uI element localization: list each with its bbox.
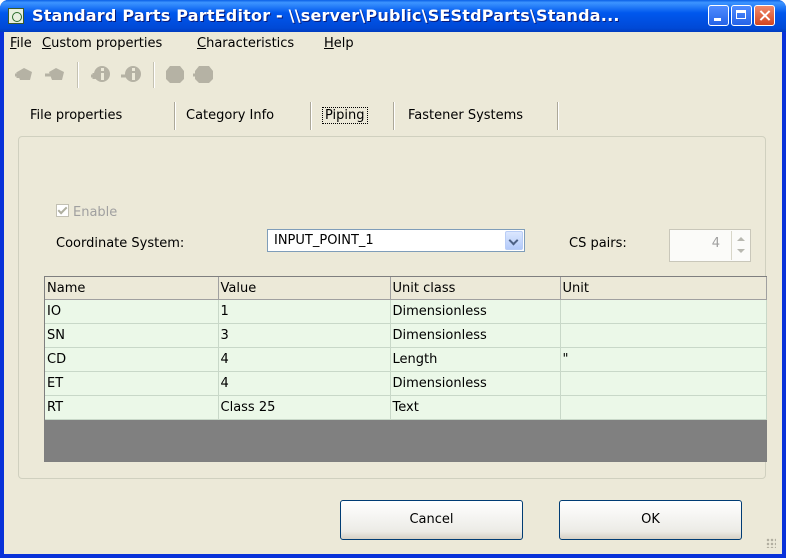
cs-pairs-stepper[interactable]: 4 — [669, 229, 751, 262]
cancel-button[interactable]: Cancel — [340, 500, 523, 540]
tab-separator — [310, 102, 312, 130]
cell-name[interactable]: CD — [45, 347, 219, 372]
tab-fastener-systems[interactable]: Fastener Systems — [408, 108, 523, 123]
menu-help[interactable]: Help — [324, 36, 354, 51]
grid-header-row: Name Value Unit class Unit — [45, 277, 767, 300]
add-part-icon[interactable] — [14, 64, 36, 84]
ok-button[interactable]: OK — [559, 500, 742, 540]
checkbox-check-icon — [56, 204, 69, 217]
cell-value[interactable]: 1 — [218, 299, 391, 324]
cell-unit-class[interactable]: Text — [390, 395, 561, 420]
cell-unit[interactable] — [560, 323, 767, 348]
maximize-button[interactable] — [731, 5, 752, 26]
column-header-unit-class[interactable]: Unit class — [390, 277, 561, 300]
cell-name[interactable]: RT — [45, 395, 219, 420]
add-info-icon[interactable] — [90, 64, 112, 84]
window-title: Standard Parts PartEditor - \\server\Pub… — [32, 6, 620, 25]
column-header-value[interactable]: Value — [218, 277, 391, 300]
tab-piping[interactable]: Piping — [322, 107, 368, 124]
cell-unit[interactable]: " — [560, 347, 767, 372]
tab-separator — [557, 102, 559, 130]
coordinate-system-value: INPUT_POINT_1 — [274, 233, 374, 248]
table-row[interactable]: SN 3 Dimensionless — [45, 323, 767, 348]
toolbar-separator — [153, 62, 155, 88]
menu-file[interactable]: File — [10, 36, 32, 51]
cell-name[interactable]: ET — [45, 371, 219, 396]
column-header-name[interactable]: Name — [45, 277, 219, 300]
cell-name[interactable]: SN — [45, 323, 219, 348]
cell-value[interactable]: 4 — [218, 347, 391, 372]
remove-part-icon[interactable] — [44, 64, 66, 84]
app-icon[interactable] — [8, 8, 24, 24]
coordinate-system-label: Coordinate System: — [56, 236, 185, 251]
menu-custom-properties[interactable]: Custom properties — [42, 36, 162, 51]
table-row[interactable]: CD 4 Length " — [45, 347, 767, 372]
cell-name[interactable]: IO — [45, 299, 219, 324]
table-row[interactable]: ET 4 Dimensionless — [45, 371, 767, 396]
tab-category-info[interactable]: Category Info — [186, 108, 274, 123]
enable-label: Enable — [73, 205, 118, 220]
chevron-down-icon[interactable] — [737, 249, 745, 253]
stepper-buttons[interactable] — [731, 231, 749, 260]
tab-separator — [393, 102, 395, 130]
remove-object-icon[interactable] — [192, 64, 214, 84]
tab-file-properties[interactable]: File properties — [30, 108, 122, 123]
chevron-down-icon[interactable] — [505, 231, 523, 250]
cell-unit[interactable] — [560, 299, 767, 324]
remove-info-icon[interactable] — [120, 64, 142, 84]
cell-value[interactable]: 4 — [218, 371, 391, 396]
cs-pairs-label: CS pairs: — [569, 236, 627, 251]
cell-unit-class[interactable]: Dimensionless — [390, 371, 561, 396]
chevron-up-icon[interactable] — [737, 237, 745, 241]
cell-unit-class[interactable]: Dimensionless — [390, 299, 561, 324]
cell-unit[interactable] — [560, 395, 767, 420]
resize-grip-icon[interactable] — [766, 538, 776, 548]
cell-value[interactable]: 3 — [218, 323, 391, 348]
menu-characteristics[interactable]: Characteristics — [197, 36, 294, 51]
table-row[interactable]: RT Class 25 Text — [45, 395, 767, 420]
tab-strip: File properties Category Info Piping Fas… — [4, 96, 782, 130]
toolbar — [4, 55, 782, 93]
cell-unit[interactable] — [560, 371, 767, 396]
cell-unit-class[interactable]: Dimensionless — [390, 323, 561, 348]
cell-value[interactable]: Class 25 — [218, 395, 391, 420]
minimize-button[interactable] — [708, 5, 729, 26]
enable-checkbox[interactable]: Enable — [56, 204, 117, 220]
add-object-icon[interactable] — [164, 64, 186, 84]
table-row[interactable]: IO 1 Dimensionless — [45, 299, 767, 324]
cell-unit-class[interactable]: Length — [390, 347, 561, 372]
column-header-unit[interactable]: Unit — [560, 277, 767, 300]
title-bar[interactable]: Standard Parts PartEditor - \\server\Pub… — [0, 0, 786, 32]
close-button[interactable] — [754, 5, 775, 26]
editor-window: Standard Parts PartEditor - \\server\Pub… — [0, 0, 786, 558]
tab-separator — [174, 102, 176, 130]
cs-pairs-value: 4 — [711, 236, 720, 251]
coordinate-system-dropdown[interactable]: INPUT_POINT_1 — [267, 229, 525, 252]
toolbar-separator — [77, 62, 79, 88]
properties-grid[interactable]: Name Value Unit class Unit IO 1 Dimensio… — [44, 276, 767, 462]
menu-bar: File Custom properties Characteristics H… — [4, 32, 782, 54]
